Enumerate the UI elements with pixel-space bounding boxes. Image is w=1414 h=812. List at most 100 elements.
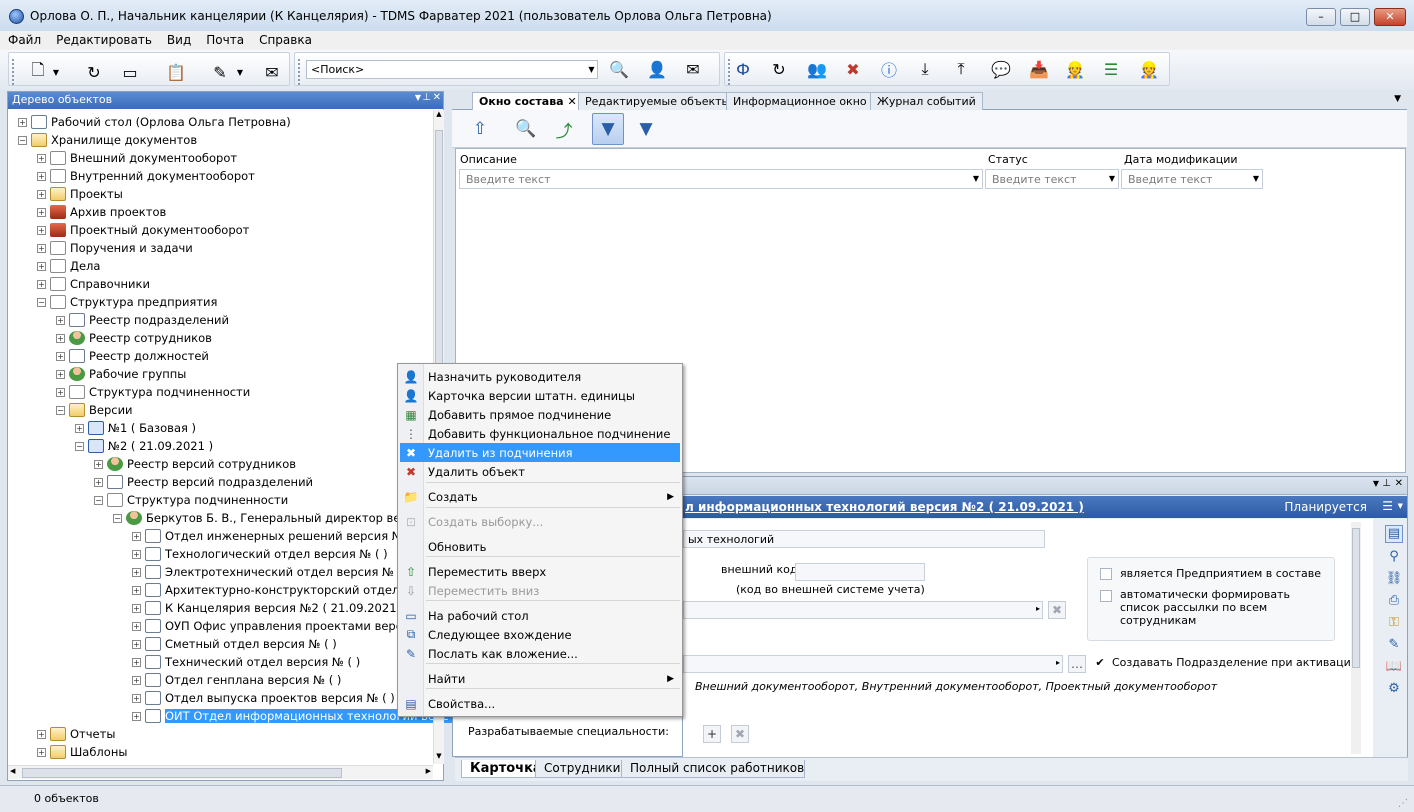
panel-menu-icon[interactable]: ▼ [1373, 479, 1379, 488]
tree-node[interactable]: + Реестр должностей [56, 347, 209, 365]
create-dept-checkbox[interactable]: ✔ [1094, 657, 1106, 670]
toolbar-grip[interactable] [12, 59, 15, 85]
tabs-menu-icon[interactable]: ▼ [1394, 94, 1401, 104]
menu-item-send[interactable]: ✎ Послать как вложение... [400, 644, 680, 663]
status-dropdown-icon[interactable]: ▼ [1398, 502, 1403, 510]
expand-icon[interactable]: + [37, 243, 46, 253]
pin-icon[interactable]: ⊥ [422, 92, 431, 103]
add-specialty-button[interactable]: + [703, 725, 721, 743]
expand-icon[interactable]: + [132, 657, 141, 667]
detail-scrollbar[interactable] [1351, 522, 1361, 754]
scroll-up-icon[interactable]: ▲ [434, 110, 444, 122]
menu-item-find[interactable]: Найти ▶ [400, 669, 680, 688]
tree-node[interactable]: + Реестр подразделений [56, 311, 229, 329]
expand-icon[interactable]: + [37, 225, 46, 235]
tree-node[interactable]: − Структура подчиненности [94, 491, 288, 509]
tree-node[interactable]: + Структура подчиненности [56, 383, 250, 401]
tree-node[interactable]: + №1 ( Базовая ) [75, 419, 196, 437]
pin-icon[interactable]: ⊥ [1382, 478, 1391, 489]
toolbar-grip[interactable] [728, 59, 731, 85]
filter-description-input[interactable]: Введите текст ▼ [459, 169, 983, 189]
expand-icon[interactable]: + [132, 675, 141, 685]
menu-item-desktop[interactable]: ▭ На рабочий стол [400, 606, 680, 625]
expand-icon[interactable]: + [37, 747, 46, 757]
find-mail-icon[interactable]: ✉ [682, 58, 704, 80]
menu-item-create[interactable]: 📁 Создать ▶ [400, 487, 680, 506]
expand-icon[interactable]: + [132, 711, 141, 721]
expand-icon[interactable]: + [94, 459, 103, 469]
name-field[interactable]: ых технологий [683, 530, 1045, 548]
menu-item-refresh[interactable]: Обновить [400, 537, 680, 556]
expand-icon[interactable]: + [132, 531, 141, 541]
expand-icon[interactable]: + [37, 189, 46, 199]
ext-code-field[interactable] [795, 563, 925, 581]
tab-composition[interactable]: Окно состава ✕ [472, 92, 584, 111]
expand-icon[interactable]: + [132, 603, 141, 613]
check-in-icon[interactable]: ⤓ [914, 58, 936, 80]
card-view-icon[interactable]: ▤ [1385, 525, 1403, 543]
tree-node[interactable]: + Рабочие группы [56, 365, 186, 383]
user-settings-icon[interactable]: 👷 [1064, 58, 1086, 80]
link-icon[interactable]: ⛓ [1385, 571, 1403, 589]
remove-specialty-button[interactable]: ✖ [731, 725, 749, 743]
tree-node[interactable]: + Технический отдел версия № ( ) [132, 653, 360, 671]
dropdown-icon[interactable]: ▼ [973, 174, 979, 183]
expand-icon[interactable]: + [94, 477, 103, 487]
book-icon[interactable]: 📖 [1385, 659, 1403, 677]
tree-node[interactable]: + Рабочий стол (Орлова Ольга Петровна) [18, 113, 291, 131]
panel-close-icon[interactable]: ✕ [1395, 478, 1403, 489]
enterprise-checkbox[interactable] [1100, 568, 1112, 580]
menu-item-add-functional[interactable]: ⋮ Добавить функциональное подчинение [400, 424, 680, 443]
expand-icon[interactable]: + [37, 729, 46, 739]
detail-title[interactable]: л информационных технологий версия №2 ( … [685, 500, 1084, 514]
view-details-icon[interactable]: 🔍 [510, 113, 542, 145]
print-icon[interactable]: ⎙ [1385, 593, 1403, 611]
search-dropdown-icon[interactable]: ▼ [586, 61, 597, 78]
tab-event-log[interactable]: Журнал событий [870, 92, 983, 110]
scroll-down-icon[interactable]: ▼ [434, 752, 444, 764]
tree-node[interactable]: + Отдел генплана версия № ( ) [132, 671, 341, 689]
new-dropdown-icon[interactable]: ▼ [51, 61, 61, 83]
collapse-icon[interactable]: − [113, 513, 122, 523]
expand-icon[interactable]: + [132, 693, 141, 703]
new-document-icon[interactable]: 🗋 [27, 60, 49, 83]
column-header-description[interactable]: Описание [460, 153, 985, 169]
expand-icon[interactable]: + [132, 585, 141, 595]
tree-node[interactable]: + Реестр сотрудников [56, 329, 212, 347]
expand-icon[interactable]: + [37, 171, 46, 181]
remove-users-icon[interactable]: ✖ [842, 58, 864, 80]
menu-item-person-card[interactable]: 👤 Карточка версии штатн. единицы [400, 386, 680, 405]
chevron-right-icon[interactable]: ▸ [1056, 658, 1060, 667]
menu-item-properties[interactable]: ▤ Свойства... [400, 694, 680, 713]
resize-grip-icon[interactable]: ⋰ [1398, 798, 1408, 809]
search-folder-icon[interactable]: 🔍 [608, 58, 630, 80]
farvater-icon[interactable]: Ф [732, 58, 754, 80]
expand-icon[interactable]: + [37, 279, 46, 289]
expand-icon[interactable]: + [56, 369, 65, 379]
expand-icon[interactable]: + [75, 423, 84, 433]
tree-node[interactable]: + Архив проектов [37, 203, 166, 221]
expand-icon[interactable]: + [37, 207, 46, 217]
tree-node[interactable]: − Беркутов Б. В., Генеральный директор ве… [113, 509, 428, 527]
group-icon[interactable]: 👷 [1138, 58, 1160, 80]
search-input[interactable]: <Поиск> [306, 60, 598, 79]
select-field[interactable]: ▸ [683, 601, 1043, 619]
tree-node[interactable]: + Справочники [37, 275, 150, 293]
expand-icon[interactable]: + [37, 153, 46, 163]
menu-item-assign-manager[interactable]: 👤 Назначить руководителя [400, 367, 680, 386]
menu-view[interactable]: Вид [159, 31, 198, 47]
edit-icon[interactable]: ✎ [209, 61, 231, 83]
expand-icon[interactable]: + [132, 621, 141, 631]
edit-dropdown-icon[interactable]: ▼ [235, 61, 245, 83]
expand-icon[interactable]: + [37, 261, 46, 271]
tab-info-window[interactable]: Информационное окно [726, 92, 874, 110]
tree-node[interactable]: + Проектный документооборот [37, 221, 249, 239]
up-level-icon[interactable]: ⇧ [464, 113, 496, 145]
expand-icon[interactable]: + [56, 351, 65, 361]
menu-item-add-direct[interactable]: ▦ Добавить прямое подчинение [400, 405, 680, 424]
tree-node[interactable]: + Реестр версий сотрудников [94, 455, 296, 473]
browse-button[interactable]: … [1068, 655, 1086, 673]
filter-icon[interactable]: ▼ [592, 113, 624, 145]
collapse-icon[interactable]: − [56, 405, 65, 415]
message-icon[interactable]: 💬 [990, 58, 1012, 80]
